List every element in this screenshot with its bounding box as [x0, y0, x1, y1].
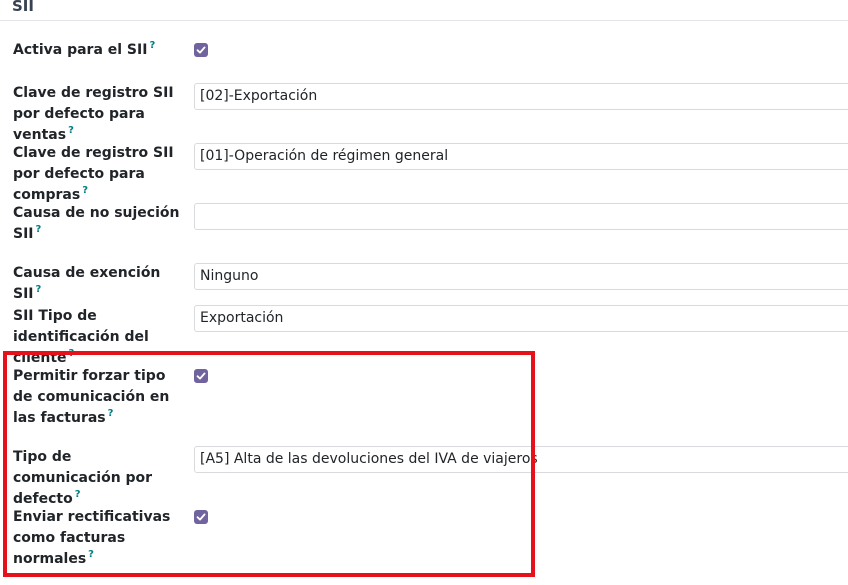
label-clave-ventas: Clave de registro SII por defecto para v…: [13, 83, 183, 146]
label-text: Clave de registro SII por defecto para v…: [13, 85, 174, 143]
label-causa-exencion: Causa de exención SII?: [13, 263, 183, 305]
tipo-identificacion-select[interactable]: Exportación: [194, 305, 848, 332]
label-causa-no-sujecion: Causa de no sujeción SII?: [13, 203, 183, 245]
help-tooltip-icon[interactable]: ?: [149, 40, 155, 51]
checkmark-icon: [196, 46, 206, 54]
label-activa-sii: Activa para el SII?: [13, 40, 183, 61]
label-text: Activa para el SII: [13, 42, 148, 58]
help-tooltip-icon[interactable]: ?: [82, 185, 88, 196]
section-divider: [0, 20, 848, 21]
section-title: SII: [12, 0, 34, 15]
help-tooltip-icon[interactable]: ?: [36, 284, 42, 295]
clave-ventas-select[interactable]: [02]-Exportación: [194, 83, 848, 110]
causa-no-sujecion-select[interactable]: [194, 203, 848, 230]
label-clave-compras: Clave de registro SII por defecto para c…: [13, 143, 183, 206]
activa-sii-checkbox[interactable]: [194, 43, 208, 57]
label-text: Clave de registro SII por defecto para c…: [13, 145, 174, 203]
causa-exencion-select[interactable]: Ninguno: [194, 263, 848, 290]
help-tooltip-icon[interactable]: ?: [68, 125, 74, 136]
highlight-box: [3, 351, 535, 577]
clave-compras-select[interactable]: [01]-Operación de régimen general: [194, 143, 848, 170]
help-tooltip-icon[interactable]: ?: [36, 224, 42, 235]
